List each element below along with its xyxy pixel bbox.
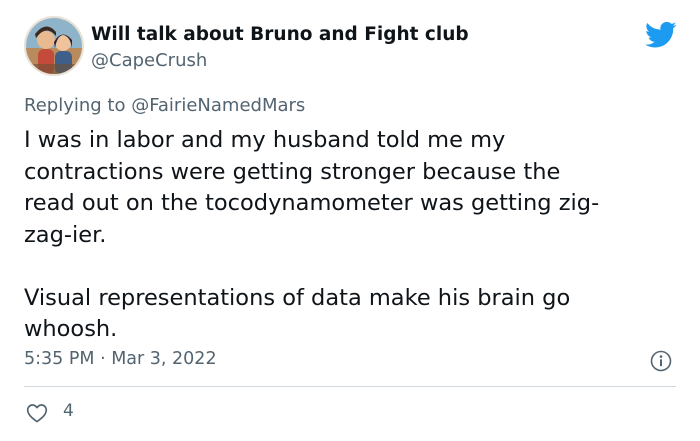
tweet-timestamp[interactable]: 5:35 PM · Mar 3, 2022 — [24, 349, 217, 369]
divider — [24, 386, 676, 387]
replying-to: Replying to @FairieNamedMars — [24, 95, 305, 116]
tweet-text-line: zag-ier. — [24, 221, 107, 248]
replying-to-prefix: Replying to — [24, 95, 132, 116]
heart-icon[interactable] — [26, 403, 48, 423]
tweet-card: Will talk about Bruno and Fight club @Ca… — [0, 0, 700, 441]
author-display-name[interactable]: Will talk about Bruno and Fight club — [91, 24, 469, 45]
twitter-bird-icon[interactable] — [645, 21, 677, 49]
tweet-text-line: whoosh. — [24, 316, 118, 342]
author-avatar[interactable] — [24, 16, 84, 76]
like-count: 4 — [63, 401, 74, 421]
tweet-text-line: Visual representations of data make his … — [24, 284, 571, 311]
author-handle[interactable]: @CapeCrush — [91, 50, 207, 71]
tweet-text-line: contractions were getting stronger becau… — [24, 158, 561, 185]
info-icon[interactable] — [650, 350, 672, 372]
tweet-text-line: I was in labor and my husband told me my — [24, 127, 506, 153]
tweet-text-line: read out on the tocodynamometer was gett… — [24, 190, 600, 216]
reply-mention-link[interactable]: @FairieNamedMars — [131, 95, 305, 116]
tweet-body: I was in labor and my husband told me my… — [24, 125, 684, 346]
